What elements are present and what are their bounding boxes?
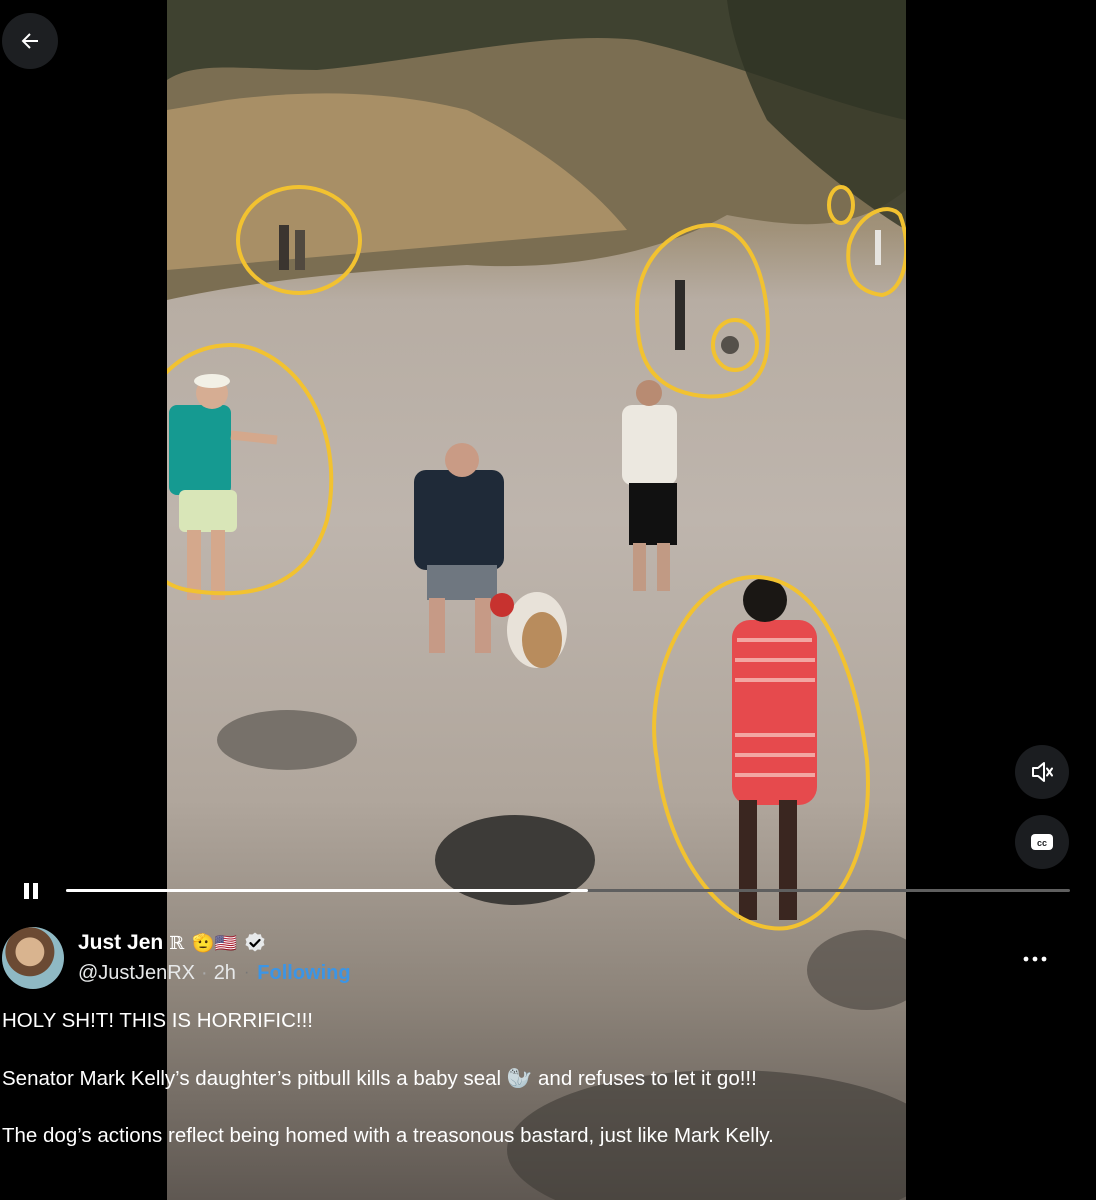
author-name-suffix: ℝ xyxy=(169,932,185,954)
captions-label: cc xyxy=(1037,838,1047,848)
following-button[interactable]: Following xyxy=(257,962,350,985)
author-name[interactable]: Just Jen xyxy=(78,931,163,955)
closed-captions-icon: cc xyxy=(1031,834,1053,850)
post-time: 2h xyxy=(213,961,236,984)
video-progress-fill xyxy=(66,889,589,892)
post-text: HOLY SH!T! THIS IS HORRIFIC!!! Senator M… xyxy=(2,1008,1082,1181)
verified-badge-icon xyxy=(243,931,267,955)
back-button[interactable] xyxy=(2,13,58,69)
post-line-1: HOLY SH!T! THIS IS HORRIFIC!!! xyxy=(2,1009,313,1032)
more-options-button[interactable] xyxy=(1022,946,1048,972)
avatar[interactable] xyxy=(2,927,64,989)
author-handle[interactable]: @JustJenRX xyxy=(78,962,195,985)
pause-button[interactable] xyxy=(16,876,46,906)
volume-muted-icon xyxy=(1032,762,1053,782)
video-post-screen: cc Just Jen ℝ 🫡🇺🇸 @JustJenRX · 2h · Foll… xyxy=(0,0,1096,1200)
handle-separator: · xyxy=(201,961,208,984)
post-line-2: Senator Mark Kelly’s daughter’s pitbull … xyxy=(2,1066,757,1090)
follow-separator: · xyxy=(243,964,250,981)
volume-button[interactable] xyxy=(1015,745,1069,799)
video-progress-bar[interactable] xyxy=(66,889,1070,892)
pause-icon xyxy=(24,883,38,899)
arrow-left-icon xyxy=(21,33,38,49)
post-author: Just Jen ℝ 🫡🇺🇸 @JustJenRX · 2h · Followi… xyxy=(2,926,351,990)
captions-button[interactable]: cc xyxy=(1015,815,1069,869)
post-line-3: The dog’s actions reflect being homed wi… xyxy=(2,1124,774,1148)
author-name-emoji: 🫡🇺🇸 xyxy=(192,932,237,953)
more-options-icon xyxy=(1023,956,1047,962)
